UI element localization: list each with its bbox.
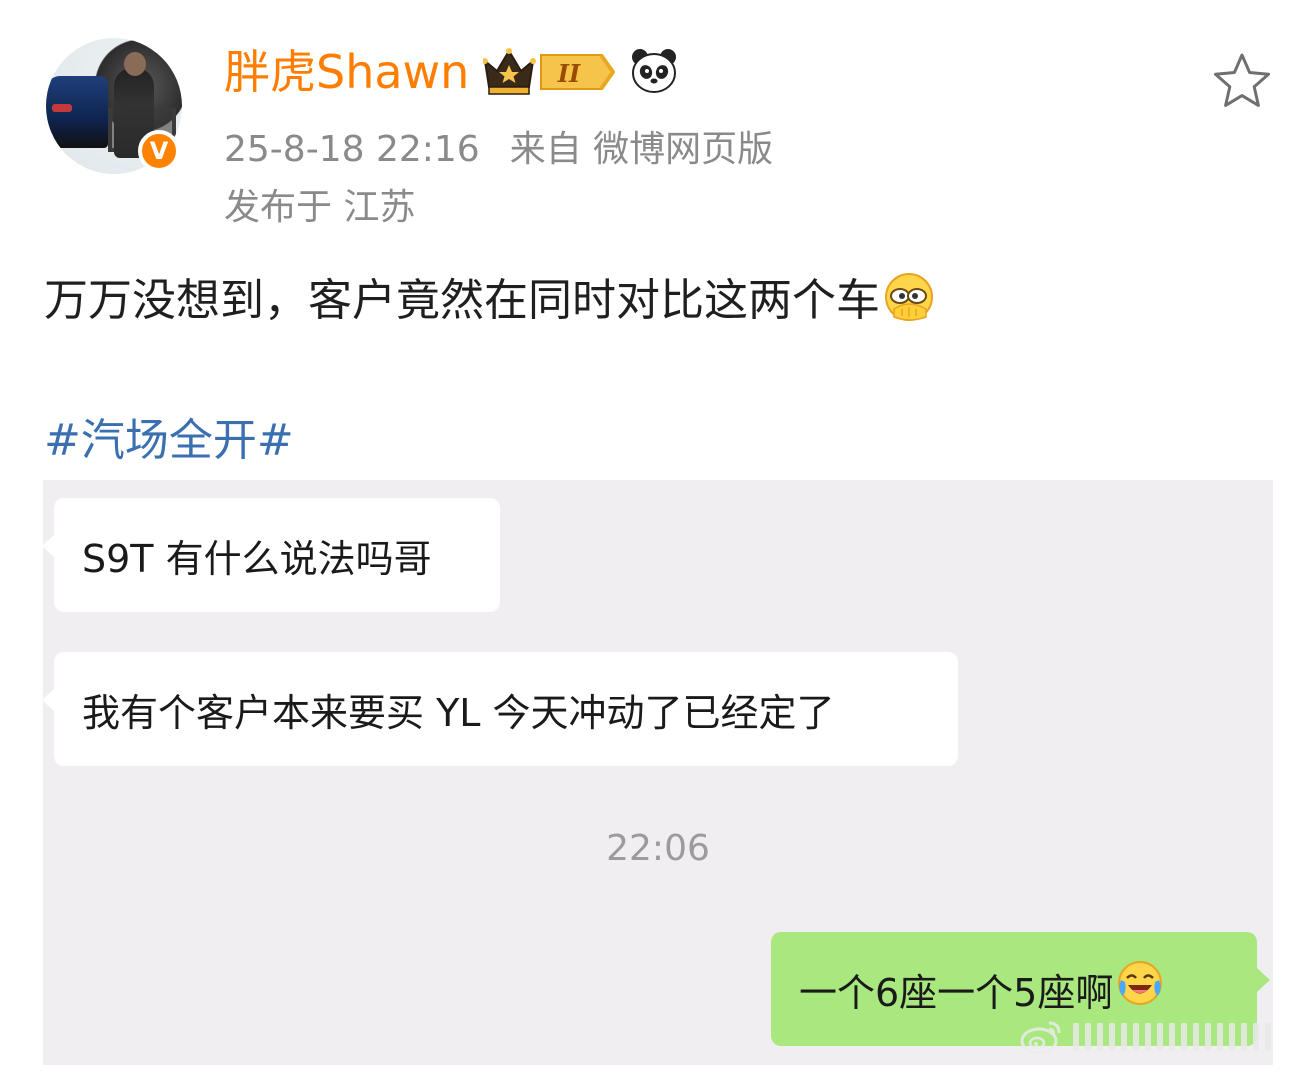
vip-crown-badge-icon[interactable]: II [483,48,616,95]
verified-badge-icon: V [138,130,180,172]
svg-text:II: II [557,59,581,88]
chat-bubble-left: S9T 有什么说法吗哥 [43,498,500,612]
avatar[interactable]: V [46,38,182,174]
favorite-button[interactable] [1212,52,1272,110]
chat-message-text: 我有个客户本来要买 YL 今天冲动了已经定了 [82,691,835,735]
author-name[interactable]: 胖虎Shawn [224,40,469,104]
post-image-chat-screenshot[interactable]: S9T 有什么说法吗哥 我有个客户本来要买 YL 今天冲动了已经定了 22:06… [43,480,1273,1065]
post-location: 发布于 江苏 [224,187,416,228]
panda-icon[interactable] [629,45,679,99]
author-row: 胖虎Shawn II [224,40,679,104]
post-source: 来自 微博网页版 [509,129,774,170]
post-timestamp[interactable]: 25-8-18 22:16 [224,129,480,170]
star-outline-icon [1214,53,1270,107]
hashtag-link[interactable]: #汽场全开# [44,404,294,468]
weibo-logo-icon [1020,1021,1061,1055]
chat-time-divider: 22:06 [606,828,710,869]
post-meta: 25-8-18 22:16 来自 微博网页版 [224,120,773,172]
post-text: 万万没想到，客户竟然在同时对比这两个车 [44,275,880,326]
chat-bubble-left: 我有个客户本来要买 YL 今天冲动了已经定了 [43,652,958,766]
chat-message-text: 一个6座一个5座啊 [799,971,1114,1015]
chat-message-text: S9T 有什么说法吗哥 [82,537,432,581]
watermark-text-redacted [1073,1023,1273,1051]
post-body: 万万没想到，客户竟然在同时对比这两个车 [44,264,936,328]
facepalm-emoji-icon [885,273,933,321]
weibo-watermark [1019,1012,1273,1062]
laughing-crying-emoji-icon [1118,961,1163,1005]
